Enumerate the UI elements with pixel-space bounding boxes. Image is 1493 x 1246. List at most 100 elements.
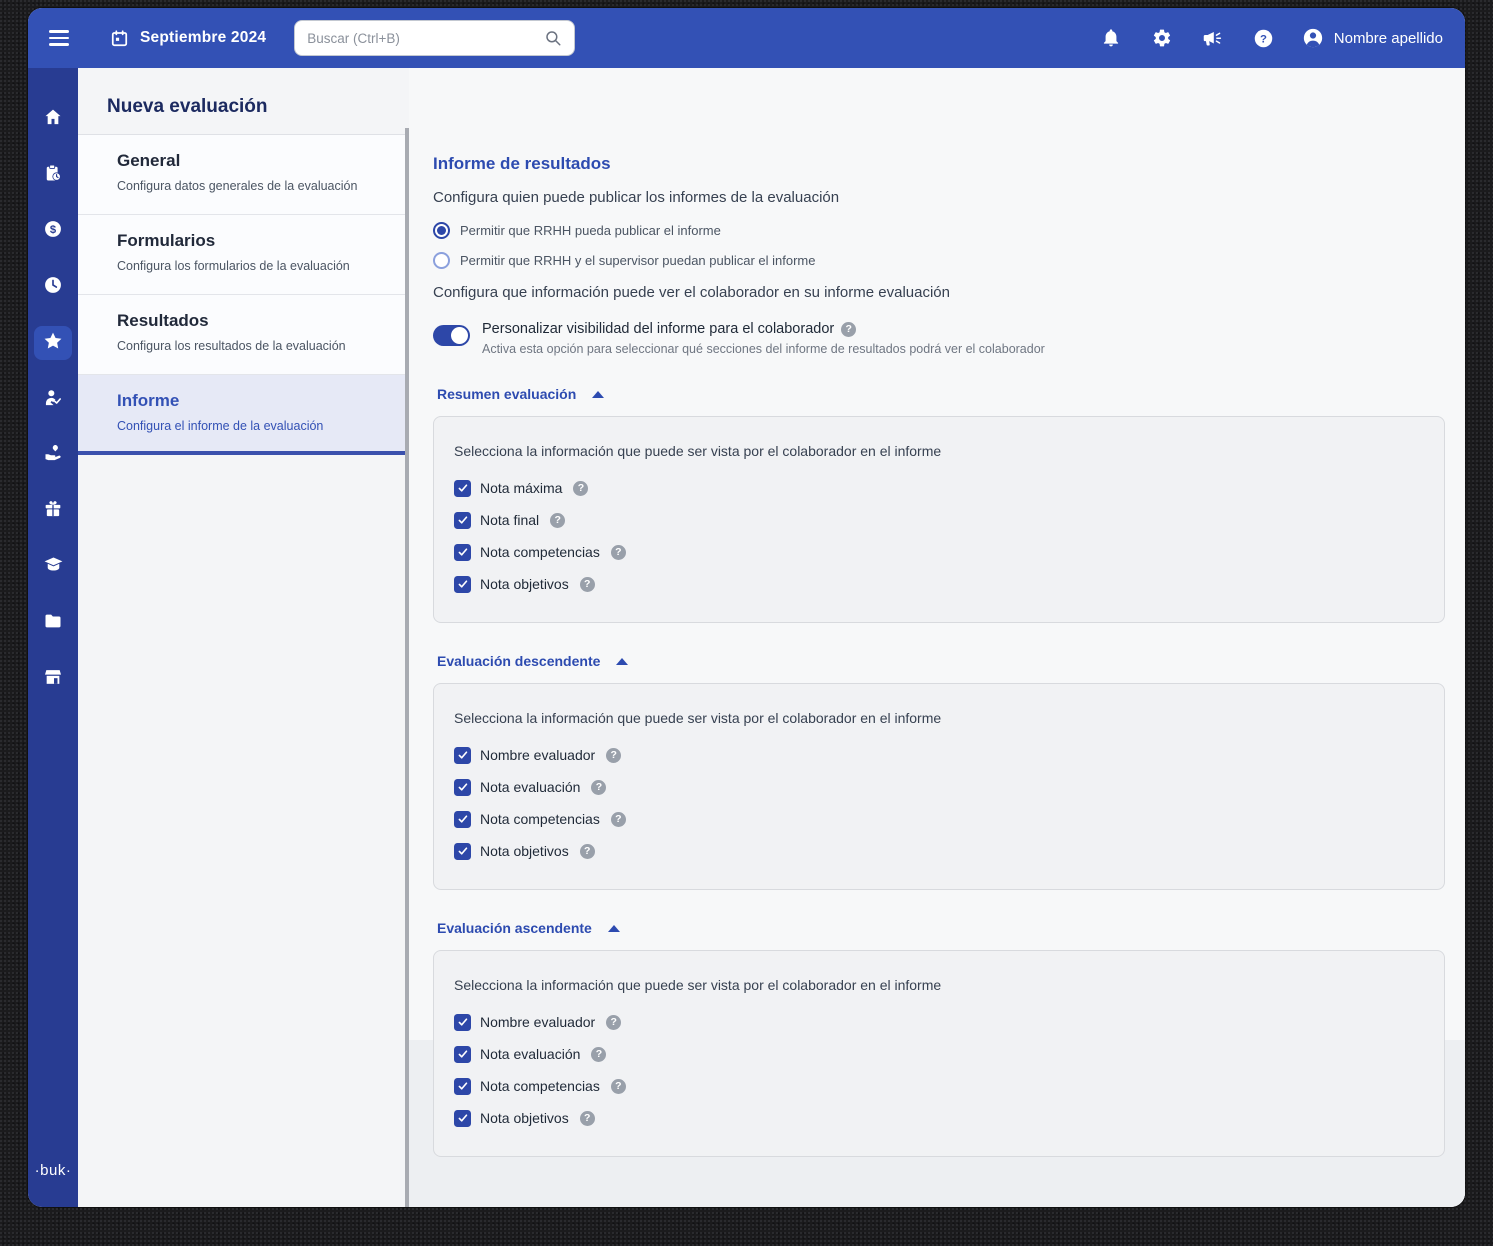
help-icon[interactable]: ? <box>591 1047 606 1062</box>
checkbox-checked-icon[interactable] <box>454 544 471 561</box>
section-toggle-2[interactable]: Evaluación descendente <box>437 653 1445 669</box>
avatar-icon <box>1302 27 1324 49</box>
clipboard-clock-icon <box>43 163 63 188</box>
chevron-up-icon[interactable] <box>608 925 620 932</box>
checkbox-checked-icon[interactable] <box>454 811 471 828</box>
wizard-step-formularios[interactable]: FormulariosConfigura los formularios de … <box>78 215 405 295</box>
search-input[interactable] <box>307 31 542 46</box>
period-selector[interactable]: Septiembre 2024 <box>108 27 266 49</box>
checkbox-row[interactable]: Nota competencias? <box>454 803 1424 835</box>
rail-item-payroll[interactable]: $ <box>34 214 72 248</box>
wizard-step-general[interactable]: GeneralConfigura datos generales de la e… <box>78 135 405 215</box>
radio-unselected-icon[interactable] <box>433 252 450 269</box>
checkbox-row[interactable]: Nota competencias? <box>454 536 1424 568</box>
gift-icon <box>43 499 63 524</box>
checkbox-checked-icon[interactable] <box>454 1046 471 1063</box>
checkbox-row[interactable]: Nota objetivos? <box>454 1102 1424 1134</box>
help-icon[interactable]: ? <box>591 780 606 795</box>
card-intro: Selecciona la información que puede ser … <box>454 710 1424 726</box>
checkbox-checked-icon[interactable] <box>454 779 471 796</box>
rail-item-evaluations[interactable] <box>34 158 72 192</box>
checkbox-label: Nota objetivos <box>480 843 569 859</box>
period-label: Septiembre 2024 <box>140 29 266 47</box>
checkbox-row[interactable]: Nota final? <box>454 504 1424 536</box>
topbar-actions: ? <box>1100 27 1275 49</box>
checkbox-row[interactable]: Nota evaluación? <box>454 771 1424 803</box>
rail-item-talent[interactable] <box>34 326 72 360</box>
radio-label: Permitir que RRHH y el supervisor puedan… <box>460 253 815 268</box>
visibility-toggle-row: Personalizar visibilidad del informe par… <box>433 321 1445 356</box>
help-icon[interactable]: ? <box>606 748 621 763</box>
megaphone-icon[interactable] <box>1202 27 1224 49</box>
help-icon[interactable]: ? <box>611 545 626 560</box>
checkbox-checked-icon[interactable] <box>454 747 471 764</box>
checkbox-checked-icon[interactable] <box>454 576 471 593</box>
checkbox-label: Nombre evaluador <box>480 747 595 763</box>
section-title: Evaluación descendente <box>437 653 600 669</box>
buk-logo: ·buk· <box>28 1162 78 1179</box>
help-icon[interactable]: ? <box>611 812 626 827</box>
publish-radio-option[interactable]: Permitir que RRHH pueda publicar el info… <box>433 222 1445 239</box>
rail-item-documents[interactable] <box>34 606 72 640</box>
wizard-sidebar: Nueva evaluación GeneralConfigura datos … <box>78 68 405 1207</box>
wizard-step-resultados[interactable]: ResultadosConfigura los resultados de la… <box>78 295 405 375</box>
calendar-icon <box>108 27 130 49</box>
checkbox-row[interactable]: Nota evaluación? <box>454 1038 1424 1070</box>
rail-item-marketplace[interactable] <box>34 662 72 696</box>
rail-item-selection[interactable] <box>34 382 72 416</box>
checkbox-row[interactable]: Nota objetivos? <box>454 568 1424 600</box>
checkbox-checked-icon[interactable] <box>454 1014 471 1031</box>
section-toggle-3[interactable]: Evaluación ascendente <box>437 920 1445 936</box>
checkbox-checked-icon[interactable] <box>454 843 471 860</box>
rail-item-time[interactable] <box>34 270 72 304</box>
help-icon[interactable]: ? <box>550 513 565 528</box>
visibility-toggle[interactable] <box>433 325 470 346</box>
visibility-question: Configura que información puede ver el c… <box>433 284 1445 301</box>
graduation-cap-icon <box>43 554 64 580</box>
help-icon[interactable]: ? <box>580 844 595 859</box>
help-icon[interactable]: ? <box>841 322 856 337</box>
help-icon[interactable]: ? <box>580 577 595 592</box>
chevron-up-icon[interactable] <box>616 658 628 665</box>
help-icon[interactable]: ? <box>1253 27 1275 49</box>
checkbox-label: Nota objetivos <box>480 1110 569 1126</box>
checkbox-label: Nota competencias <box>480 811 600 827</box>
bell-icon[interactable] <box>1100 27 1122 49</box>
svg-text:?: ? <box>1260 33 1267 45</box>
checkbox-checked-icon[interactable] <box>454 1110 471 1127</box>
checkbox-row[interactable]: Nombre evaluador? <box>454 739 1424 771</box>
radio-selected-icon[interactable] <box>433 222 450 239</box>
module-rail: $ ·buk· <box>28 68 78 1207</box>
help-icon[interactable]: ? <box>606 1015 621 1030</box>
checkbox-label: Nota competencias <box>480 1078 600 1094</box>
chevron-up-icon[interactable] <box>592 391 604 398</box>
dollar-icon: $ <box>43 219 63 244</box>
checkbox-label: Nota competencias <box>480 544 600 560</box>
rail-item-training[interactable] <box>34 550 72 584</box>
checkbox-checked-icon[interactable] <box>454 1078 471 1095</box>
checkbox-checked-icon[interactable] <box>454 480 471 497</box>
help-icon[interactable]: ? <box>611 1079 626 1094</box>
store-icon <box>43 667 63 692</box>
search-box[interactable] <box>294 20 575 56</box>
help-icon[interactable]: ? <box>573 481 588 496</box>
rail-item-wellbeing[interactable] <box>34 438 72 472</box>
wizard-step-informe[interactable]: InformeConfigura el informe de la evalua… <box>78 375 405 455</box>
hamburger-menu-icon[interactable] <box>49 30 69 45</box>
section-title: Evaluación ascendente <box>437 920 592 936</box>
publish-radio-option[interactable]: Permitir que RRHH y el supervisor puedan… <box>433 252 1445 269</box>
checkbox-checked-icon[interactable] <box>454 512 471 529</box>
checkbox-row[interactable]: Nombre evaluador? <box>454 1006 1424 1038</box>
checkbox-row[interactable]: Nota objetivos? <box>454 835 1424 867</box>
checkbox-row[interactable]: Nota máxima? <box>454 472 1424 504</box>
checkbox-label: Nota evaluación <box>480 1046 580 1062</box>
rail-item-benefits[interactable] <box>34 494 72 528</box>
user-menu[interactable]: Nombre apellido <box>1302 27 1443 49</box>
help-icon[interactable]: ? <box>580 1111 595 1126</box>
gear-icon[interactable] <box>1151 27 1173 49</box>
radio-label: Permitir que RRHH pueda publicar el info… <box>460 223 721 238</box>
section-toggle-1[interactable]: Resumen evaluación <box>437 386 1445 402</box>
toggle-hint: Activa esta opción para seleccionar qué … <box>482 342 1045 356</box>
checkbox-row[interactable]: Nota competencias? <box>454 1070 1424 1102</box>
rail-item-home[interactable] <box>34 102 72 136</box>
